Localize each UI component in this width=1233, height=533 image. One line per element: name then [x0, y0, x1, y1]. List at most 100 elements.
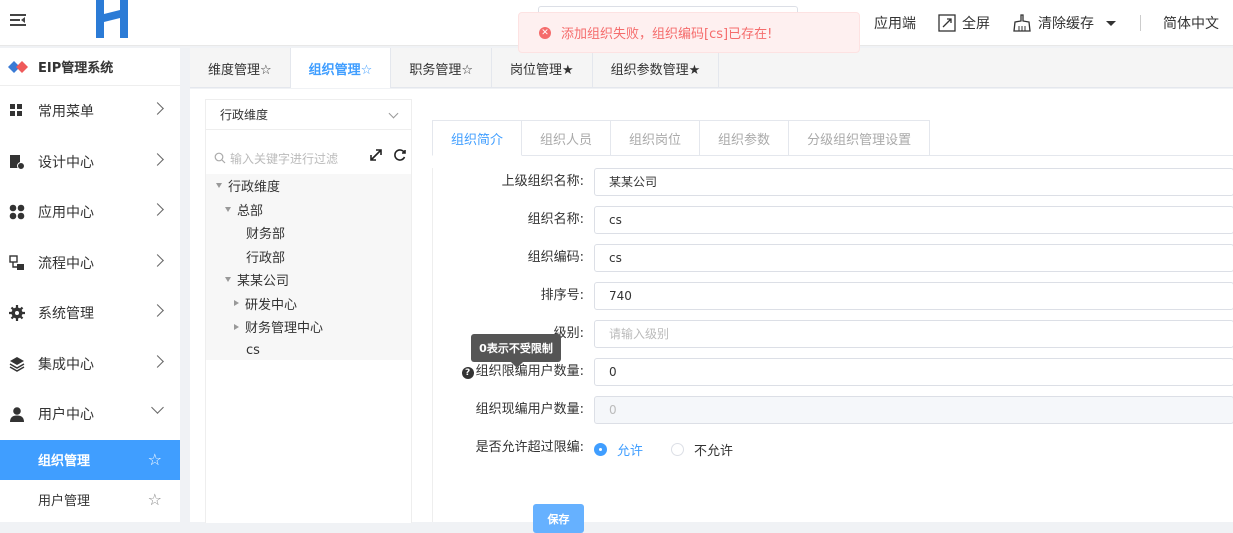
app-end-button[interactable]: 应用端 — [874, 13, 916, 33]
parent-org-label: 上级组织名称: — [501, 174, 584, 189]
logo — [96, 0, 128, 38]
org-code-label: 组织编码: — [527, 250, 584, 265]
layers-icon — [9, 356, 25, 372]
detail-tab-3[interactable]: 组织参数 — [700, 120, 790, 156]
tree-node[interactable]: 研发中心 — [206, 292, 411, 316]
chevron-right-icon — [151, 102, 164, 115]
detail-tab-4[interactable]: 分级组织管理设置 — [789, 120, 931, 156]
sidebar-item-0[interactable]: 常用菜单 — [0, 86, 180, 137]
gear-icon — [9, 305, 25, 322]
sidebar-item-label: 流程中心 — [38, 255, 94, 272]
main-content: 行政维度 输入关键字进行过滤 行政维度 总部 财务部 行政部 某某公司 研发中心 财务管理中… — [190, 89, 1233, 533]
sidebar-item-label: 用户中心 — [38, 407, 94, 424]
refresh-icon[interactable] — [393, 148, 407, 162]
caret-down-icon[interactable] — [225, 277, 231, 283]
tree-node-label: 某某公司 — [237, 274, 290, 290]
sidebar-item-4[interactable]: 系统管理 — [0, 288, 180, 339]
current-field: 0 — [594, 396, 1233, 424]
caret-right-icon[interactable] — [234, 323, 239, 330]
page-tab-2[interactable]: 职务管理☆ — [391, 48, 492, 88]
tree-node[interactable]: 财务管理中心 — [206, 315, 411, 339]
fullscreen-button[interactable]: 全屏 — [938, 13, 990, 33]
caret-right-icon[interactable] — [234, 300, 239, 307]
sidebar-item-6[interactable]: 用户中心 — [0, 389, 180, 440]
sidebar-item-label: 常用菜单 — [38, 104, 94, 121]
chevron-right-icon — [151, 253, 164, 267]
page-tabs: 维度管理☆ 组织管理☆ 职务管理☆ 岗位管理★ 组织参数管理★ — [190, 48, 1233, 88]
tree-node[interactable]: 行政部 — [206, 245, 411, 269]
page-tab-0[interactable]: 维度管理☆ — [190, 48, 291, 88]
allow-radio-label: 允许 — [617, 444, 644, 459]
sidebar-item-label: 集成中心 — [38, 356, 94, 373]
system-logo-icon — [8, 60, 28, 73]
clear-cache-button[interactable]: 清除缓存 — [1012, 13, 1118, 33]
caret-down-icon — [1106, 21, 1116, 26]
limit-row: ? 组织限编用户数量: 0 — [433, 358, 1233, 386]
org-tree-panel: 行政维度 输入关键字进行过滤 行政维度 总部 财务部 行政部 某某公司 研发中心 财务管理中… — [205, 99, 412, 523]
flow-icon — [9, 255, 25, 271]
tree-node-label: 行政维度 — [228, 180, 281, 196]
star-icon[interactable]: ☆ — [148, 490, 162, 509]
tree-node[interactable]: 财务部 — [206, 221, 411, 245]
detail-tab-2[interactable]: 组织岗位 — [611, 120, 701, 156]
expand-icon[interactable] — [369, 148, 383, 162]
divider — [1140, 15, 1141, 31]
limit-field[interactable]: 0 — [594, 358, 1233, 386]
sidebar-item-label: 设计中心 — [38, 154, 94, 171]
help-icon[interactable]: ? — [461, 367, 474, 379]
parent-org-row: 上级组织名称: 某某公司 — [433, 168, 1233, 196]
sidebar-subitem-1[interactable]: 用户管理 ☆ — [0, 480, 180, 520]
deny-radio-label: 不允许 — [694, 444, 734, 459]
page-tab-1[interactable]: 组织管理☆ — [290, 48, 392, 88]
search-icon — [214, 152, 226, 164]
caret-down-icon[interactable] — [216, 183, 222, 189]
caret-down-icon[interactable] — [225, 206, 231, 212]
broom-icon — [1013, 14, 1031, 32]
page-tab-3[interactable]: 岗位管理★ — [492, 48, 593, 88]
sidebar-subitem-0[interactable]: 组织管理 ☆ — [0, 439, 180, 480]
allow-exceed-label: 是否允许超过限编: — [475, 440, 584, 455]
sort-label: 排序号: — [540, 288, 584, 303]
app-end-label: 应用端 — [874, 16, 916, 32]
save-button[interactable]: 保存 — [533, 504, 584, 533]
tree-node[interactable]: 行政维度 — [206, 174, 411, 198]
sidebar-item-5[interactable]: 集成中心 — [0, 339, 180, 390]
tree-node-label: cs — [246, 342, 260, 358]
limit-tooltip: 0表示不受限制 — [471, 334, 561, 368]
tree-node[interactable]: 总部 — [206, 198, 411, 222]
sort-field[interactable]: 740 — [594, 282, 1233, 310]
dimension-select[interactable]: 行政维度 — [206, 100, 411, 130]
menu-collapse-icon[interactable] — [8, 10, 28, 30]
detail-tab-0[interactable]: 组织简介 — [432, 120, 523, 156]
org-name-field[interactable]: cs — [594, 206, 1233, 234]
page-tab-4[interactable]: 组织参数管理★ — [593, 48, 720, 88]
limit-label: 组织限编用户数量: — [475, 364, 584, 379]
chevron-right-icon — [151, 354, 164, 368]
deny-radio[interactable]: 不允许 — [671, 440, 733, 459]
sort-row: 排序号: 740 — [433, 282, 1233, 310]
chevron-right-icon — [151, 304, 164, 317]
chevron-down-icon — [388, 108, 399, 119]
allow-radio[interactable]: 允许 — [594, 440, 643, 459]
parent-org-field[interactable]: 某某公司 — [594, 168, 1233, 196]
sidebar-subitem-label: 用户管理 — [38, 494, 91, 509]
sidebar-item-2[interactable]: 应用中心 — [0, 187, 180, 238]
level-field[interactable]: 请输入级别 — [594, 320, 1233, 348]
language-switch[interactable]: 简体中文 — [1163, 13, 1219, 33]
detail-tabs: 组织简介 组织人员 组织岗位 组织参数 分级组织管理设置 — [432, 120, 1233, 156]
org-detail-panel: 组织简介 组织人员 组织岗位 组织参数 分级组织管理设置 上级组织名称: 某某公司 组织… — [432, 120, 1233, 533]
sidebar: EIP管理系统 常用菜单设计中心应用中心流程中心系统管理集成中心用户中心 组织管… — [0, 48, 180, 522]
sidebar-item-3[interactable]: 流程中心 — [0, 238, 180, 289]
sidebar-item-1[interactable]: 设计中心 — [0, 137, 180, 188]
tree-node[interactable]: 某某公司 — [206, 268, 411, 292]
chevron-right-icon — [151, 203, 164, 216]
org-tree: 行政维度总部 财务部 行政部某某公司研发中心 财务管理中心 cs — [206, 174, 411, 360]
detail-tab-1[interactable]: 组织人员 — [522, 120, 612, 156]
org-code-field[interactable]: cs — [594, 244, 1233, 272]
tree-node[interactable]: cs — [206, 339, 411, 363]
system-title-text: EIP管理系统 — [38, 61, 114, 76]
clear-cache-label: 清除缓存 — [1038, 16, 1094, 32]
current-row: 组织现编用户数量: 0 — [433, 396, 1233, 424]
fullscreen-icon — [938, 14, 956, 32]
star-icon[interactable]: ☆ — [148, 450, 162, 469]
